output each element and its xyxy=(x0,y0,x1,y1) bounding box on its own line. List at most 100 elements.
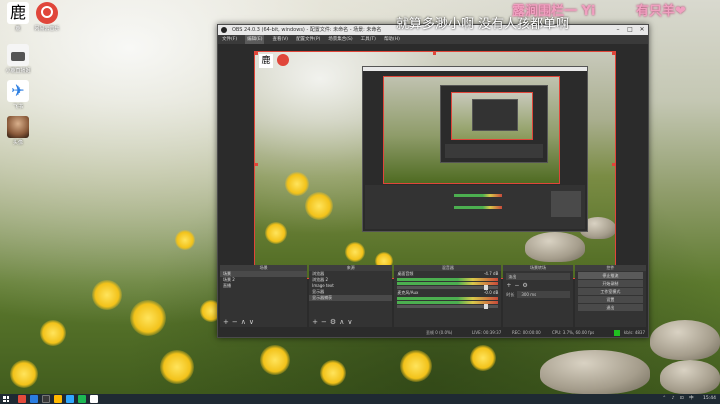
flower xyxy=(92,280,122,310)
avatar-icon xyxy=(7,116,29,138)
studio-mode-button[interactable]: 工作室模式 xyxy=(577,288,643,295)
resize-handle[interactable] xyxy=(255,163,258,166)
nested-obs-window-2 xyxy=(440,85,548,163)
duration-input[interactable]: 300 ms xyxy=(517,291,570,298)
menu-scene-collection[interactable]: 场景集合(S) xyxy=(328,35,352,44)
close-icon[interactable]: ✕ xyxy=(636,25,648,35)
flower xyxy=(10,360,38,388)
flower xyxy=(320,360,346,386)
menu-help[interactable]: 帮助(H) xyxy=(384,35,400,44)
scene-item[interactable]: 直播 xyxy=(220,283,307,289)
menu-file[interactable]: 文件(F) xyxy=(222,35,237,44)
taskbar-app-icon[interactable] xyxy=(30,395,38,403)
menu-profile[interactable]: 配置文件(P) xyxy=(296,35,320,44)
maximize-icon[interactable]: □ xyxy=(624,25,636,35)
desktop-icon-feishu[interactable]: ✈ 飞书 xyxy=(3,80,33,110)
rock xyxy=(540,350,650,394)
move-up-button[interactable]: ∧ xyxy=(241,318,249,326)
mixer-dock: 混音器 桌面音频 -4.7 dB 麦克风/Aux -0.0 dB xyxy=(394,265,502,327)
scenes-dock: 场景 场景 场景 2 直播 +−∧∨ xyxy=(220,265,308,327)
obs-preview-canvas[interactable]: 鹿 xyxy=(254,51,616,279)
minimize-icon[interactable]: – xyxy=(612,25,624,35)
rock xyxy=(660,360,720,394)
flower xyxy=(400,350,432,382)
volume-meter xyxy=(397,278,499,281)
exit-button[interactable]: 退出 xyxy=(577,304,643,311)
dropped-frames: 丢帧 0 (0.0%) xyxy=(426,330,453,335)
transition-toolbar: +−⚙ xyxy=(506,282,569,289)
resize-handle[interactable] xyxy=(612,163,615,166)
desktop-icon-label: 小鹿直播姬 xyxy=(5,68,31,74)
scenes-toolbar: +−∧∨ xyxy=(220,318,307,327)
flower xyxy=(285,172,309,196)
remove-scene-button[interactable]: − xyxy=(232,318,241,326)
volume-slider[interactable] xyxy=(397,304,499,309)
taskbar-app-icon[interactable] xyxy=(42,395,50,403)
duration-row: 时长 300 ms xyxy=(506,291,570,298)
controls-dock: 控件 停止推流 开始录制 工作室模式 设置 退出 xyxy=(574,265,646,327)
taskbar-app-icon[interactable] xyxy=(78,395,86,403)
preview-netease-icon xyxy=(277,54,289,66)
menu-view[interactable]: 查看(V) xyxy=(272,35,288,44)
flower xyxy=(305,192,333,220)
tray-icons[interactable]: ⌃ ♪ ⊡ 中 xyxy=(662,396,695,401)
sources-toolbar: +−⚙∧∨ xyxy=(309,318,392,327)
flower xyxy=(345,242,365,262)
lu-icon: 鹿 xyxy=(7,2,29,24)
move-down-button[interactable]: ∨ xyxy=(347,318,355,326)
live-helper-icon xyxy=(7,44,29,66)
flower xyxy=(130,300,166,336)
nested-docks xyxy=(365,185,585,229)
add-scene-button[interactable]: + xyxy=(223,318,232,326)
rock xyxy=(525,232,585,262)
nested-obs-window-3 xyxy=(472,99,518,131)
taskbar-app-icon[interactable] xyxy=(54,395,62,403)
settings-button[interactable]: 设置 xyxy=(577,296,643,303)
flower xyxy=(265,222,287,244)
taskbar-app-icon[interactable] xyxy=(66,395,74,403)
stop-streaming-button[interactable]: 停止推流 xyxy=(577,272,643,279)
feishu-icon: ✈ xyxy=(7,80,29,102)
source-item[interactable]: 显示器捕获 xyxy=(309,295,393,301)
gear-icon[interactable]: ⚙ xyxy=(522,282,530,289)
windows-start-icon[interactable] xyxy=(3,396,9,402)
move-down-button[interactable]: ∨ xyxy=(249,318,257,326)
transition-select[interactable]: 淡出 xyxy=(506,273,570,280)
desktop-icon-avatar[interactable]: 头像 xyxy=(3,116,33,146)
remove-source-button[interactable]: − xyxy=(321,318,330,326)
taskbar-app-icon[interactable] xyxy=(18,395,26,403)
duration-label: 时长 xyxy=(506,291,515,297)
start-recording-button[interactable]: 开始录制 xyxy=(577,280,643,287)
nested-preview-2 xyxy=(451,92,533,140)
resize-handle[interactable] xyxy=(433,52,436,55)
flower xyxy=(160,350,194,384)
resize-handle[interactable] xyxy=(612,52,615,55)
danmaku-line: 有只羊❤ xyxy=(636,4,686,19)
channel-db: -4.7 dB xyxy=(483,271,499,276)
controls-dock-title: 控件 xyxy=(574,265,646,271)
desktop-icon-lu[interactable]: 鹿 鹿 xyxy=(3,2,33,32)
resize-handle[interactable] xyxy=(255,52,258,55)
taskbar: ⌃ ♪ ⊡ 中 15:44 xyxy=(0,394,720,404)
cpu-fps: CPU: 3.7%, 60.00 fps xyxy=(552,330,595,335)
volume-meter xyxy=(397,297,499,300)
obs-title-text: OBS 24.0.3 (64-bit, windows) - 配置文件: 未命名… xyxy=(232,27,382,33)
menu-tools[interactable]: 工具(T) xyxy=(361,35,376,44)
tray-clock[interactable]: 15:44 xyxy=(703,396,716,401)
gear-icon[interactable]: ⚙ xyxy=(330,318,339,326)
system-tray: ⌃ ♪ ⊡ 中 15:44 xyxy=(662,394,716,404)
add-source-button[interactable]: + xyxy=(312,318,321,326)
flower xyxy=(175,230,195,250)
nested-meter xyxy=(454,206,502,209)
desktop-icon-netease-music[interactable]: 网易云音乐 xyxy=(32,2,62,32)
desktop-icon-live-helper[interactable]: 小鹿直播姬 xyxy=(3,44,33,74)
menu-edit[interactable]: 编辑(E) xyxy=(245,35,265,44)
bitrate: kb/s: 4837 xyxy=(623,330,645,335)
obs-menu-bar: 文件(F) 编辑(E) 查看(V) 配置文件(P) 场景集合(S) 工具(T) … xyxy=(218,35,648,44)
desktop-icon-label: 网易云音乐 xyxy=(34,26,60,32)
nested-obs-window xyxy=(362,66,588,232)
taskbar-app-icon[interactable] xyxy=(90,395,98,403)
rec-timer: REC: 00:00:00 xyxy=(512,330,541,335)
channel-name: 麦克风/Aux xyxy=(397,290,419,295)
volume-slider[interactable] xyxy=(397,285,499,290)
